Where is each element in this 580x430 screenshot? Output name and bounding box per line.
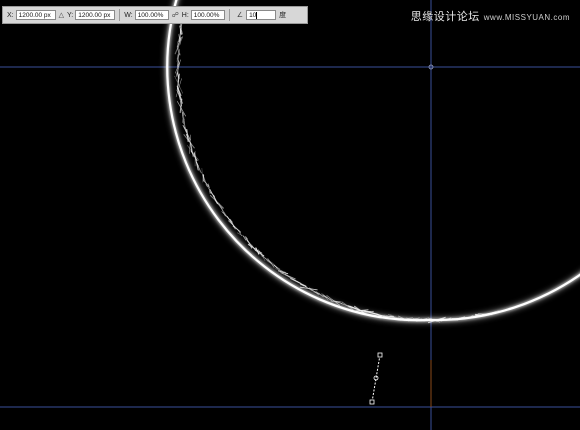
rotate-angle-icon: ∠ (236, 11, 244, 19)
document-canvas[interactable] (0, 0, 580, 430)
delta-triangle-icon[interactable]: △ (59, 12, 64, 19)
glow-spark (236, 232, 249, 239)
angle-unit-label: 度 (279, 12, 287, 19)
site-watermark: 思缘设计论坛 www.MISSYUAN.com (411, 8, 570, 24)
x-position-group: X: 1200.00 px (7, 7, 56, 23)
canvas-artwork (0, 0, 580, 430)
glow-spark (202, 174, 205, 182)
y-position-field[interactable]: 1200.00 px (75, 10, 116, 20)
width-label: W: (124, 11, 133, 19)
glowing-ring-arc (164, 0, 580, 324)
x-label: X: (7, 11, 14, 19)
width-field[interactable]: 100.00% (134, 10, 169, 20)
y-label: Y: (67, 11, 74, 19)
transform-handle-bottom (369, 399, 375, 405)
watermark-text: 思缘设计论坛 (410, 11, 480, 23)
height-group: H: 100.00% (182, 7, 225, 23)
transform-options-bar: X: 1200.00 px △ Y: 1200.00 px W: 100.00%… (2, 6, 308, 24)
x-position-field[interactable]: 1200.00 px (15, 10, 56, 20)
options-separator (119, 9, 121, 21)
transform-handle-widget[interactable] (369, 352, 383, 405)
height-label: H: (181, 11, 189, 19)
transform-handle-top (377, 352, 383, 358)
angle-value: 10 (249, 12, 257, 19)
options-separator (228, 9, 230, 21)
angle-group: 10 度 (246, 7, 288, 23)
angle-field[interactable]: 10 (246, 10, 277, 20)
y-position-group: Y: 1200.00 px (67, 7, 116, 23)
text-cursor (256, 11, 258, 19)
glow-spark (245, 236, 253, 249)
chain-link-icon[interactable]: ☍ (172, 12, 179, 19)
width-group: W: 100.00% (124, 7, 169, 23)
height-field[interactable]: 100.00% (190, 10, 225, 20)
watermark-url: www.MISSYUAN.com (483, 13, 570, 22)
